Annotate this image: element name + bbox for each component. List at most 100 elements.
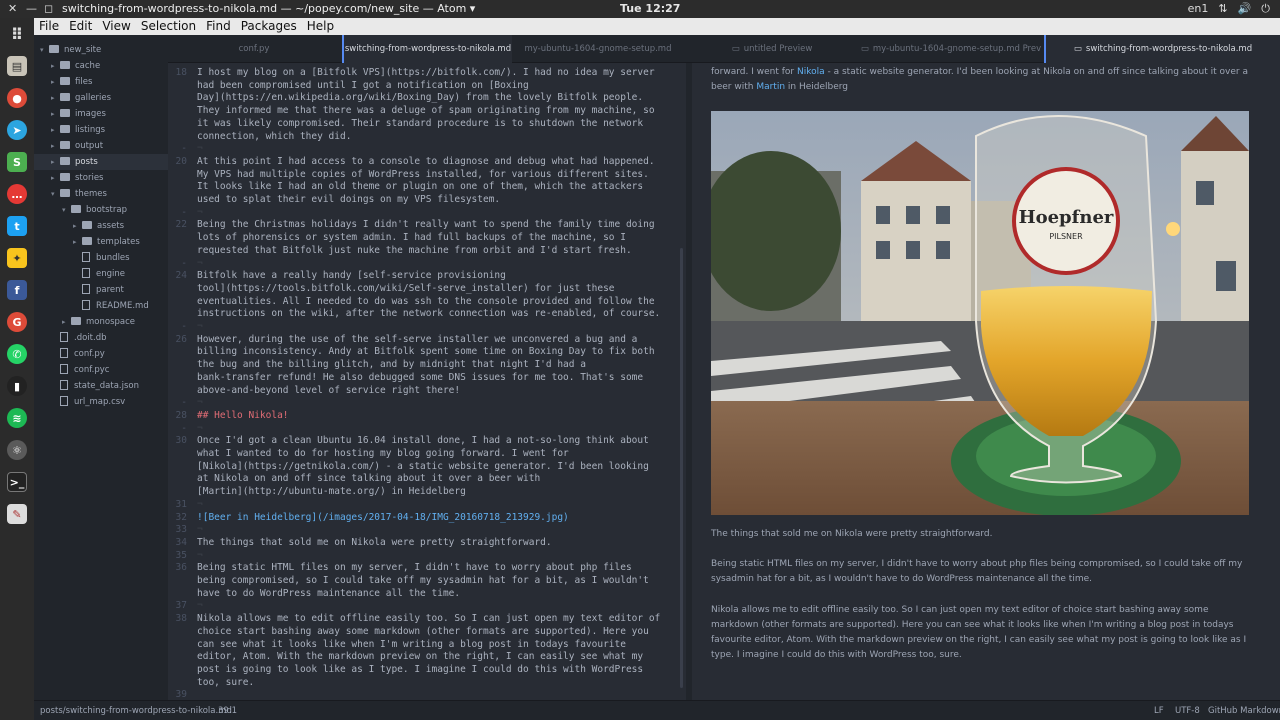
tree-file[interactable]: conf.pyc bbox=[34, 362, 168, 378]
tree-file[interactable]: .doit.db bbox=[34, 330, 168, 346]
tree-item-label: posts bbox=[75, 157, 98, 167]
chevron-right-icon[interactable]: ▸ bbox=[73, 234, 82, 250]
martin-link[interactable]: Martin bbox=[756, 82, 785, 92]
text-editor-icon[interactable]: ✎ bbox=[7, 504, 27, 524]
tree-folder[interactable]: ▸ files bbox=[34, 74, 168, 90]
slack-icon[interactable]: S bbox=[7, 152, 27, 172]
twitter-icon[interactable]: t bbox=[7, 216, 27, 236]
nikola-link[interactable]: Nikola bbox=[797, 67, 825, 77]
markdown-preview[interactable]: forward. I went for Nikola - a static we… bbox=[692, 63, 1280, 700]
tree-item-label: monospace bbox=[86, 317, 136, 327]
tree-item-label: themes bbox=[75, 189, 107, 199]
menu-file[interactable]: File bbox=[34, 18, 64, 35]
chevron-down-icon[interactable]: ▾ bbox=[62, 202, 71, 218]
tree-folder[interactable]: ▸ galleries bbox=[34, 90, 168, 106]
line-number: 36 bbox=[175, 562, 187, 574]
tree-folder[interactable]: ▸ posts bbox=[34, 154, 168, 170]
tree-file[interactable]: conf.py bbox=[34, 346, 168, 362]
chevron-right-icon[interactable]: ▸ bbox=[51, 154, 60, 170]
editor-tab[interactable]: my-ubuntu-1604-gnome-setup.md bbox=[512, 35, 684, 63]
code-line: eventualities. All I needed to do was ss… bbox=[197, 295, 655, 307]
tree-folder[interactable]: ▸ assets bbox=[34, 218, 168, 234]
tree-file[interactable]: engine bbox=[34, 266, 168, 282]
files-app-icon[interactable]: ▤ bbox=[7, 56, 27, 76]
dash-grid-icon[interactable]: ⠿ bbox=[7, 24, 27, 44]
tray-item[interactable]: en1 bbox=[1188, 2, 1209, 16]
code-line: ¬ bbox=[197, 143, 203, 155]
tree-file[interactable]: url_map.csv bbox=[34, 394, 168, 410]
chevron-down-icon[interactable]: ▾ bbox=[40, 42, 49, 58]
tree-file[interactable]: parent bbox=[34, 282, 168, 298]
menu-find[interactable]: Find bbox=[201, 18, 236, 35]
chevron-down-icon[interactable]: ▾ bbox=[51, 186, 60, 202]
tree-folder[interactable]: ▾ themes bbox=[34, 186, 168, 202]
tray-item[interactable]: ⇅ bbox=[1218, 2, 1227, 16]
code-line: Being the Christmas holidays I didn't re… bbox=[197, 219, 655, 231]
tree-folder[interactable]: ▸ listings bbox=[34, 122, 168, 138]
menu-help[interactable]: Help bbox=[302, 18, 339, 35]
code-line: at Nikola on and off since talking about… bbox=[197, 473, 541, 485]
chat-app-icon[interactable]: … bbox=[7, 184, 27, 204]
tree-folder[interactable]: ▸ monospace bbox=[34, 314, 168, 330]
chevron-right-icon[interactable]: ▸ bbox=[51, 58, 60, 74]
file-icon bbox=[82, 268, 90, 278]
status-encoding[interactable]: UTF-8 bbox=[1175, 706, 1200, 716]
chevron-right-icon[interactable]: ▸ bbox=[51, 74, 60, 90]
editor-tab[interactable]: conf.py bbox=[168, 35, 340, 63]
tree-folder[interactable]: ▸ images bbox=[34, 106, 168, 122]
editor-tab[interactable]: ▭ switching-from-wordpress-to-nikola.md bbox=[1044, 35, 1280, 63]
google-plus-icon[interactable]: G bbox=[7, 312, 27, 332]
editor-tab[interactable]: ▭ untitled Preview bbox=[686, 35, 858, 63]
tree-folder[interactable]: ▸ output bbox=[34, 138, 168, 154]
tree-item-label: templates bbox=[97, 237, 140, 247]
editor-scrollbar[interactable] bbox=[680, 248, 683, 688]
facebook-icon[interactable]: f bbox=[7, 280, 27, 300]
code-line: used to splat their evil doings on my VP… bbox=[197, 194, 501, 205]
tree-folder[interactable]: ▸ stories bbox=[34, 170, 168, 186]
tree-file[interactable]: bundles bbox=[34, 250, 168, 266]
atom-icon[interactable]: ⚛ bbox=[7, 440, 27, 460]
chevron-right-icon[interactable]: ▸ bbox=[51, 138, 60, 154]
menu-view[interactable]: View bbox=[97, 18, 135, 35]
chevron-right-icon[interactable]: ▸ bbox=[51, 90, 60, 106]
clock[interactable]: Tue 12:27 bbox=[620, 2, 680, 15]
status-line-ending[interactable]: LF bbox=[1154, 706, 1164, 716]
chevron-right-icon[interactable]: ▸ bbox=[73, 218, 82, 234]
tree-folder[interactable]: ▾ new_site bbox=[34, 42, 168, 58]
menu-packages[interactable]: Packages bbox=[236, 18, 302, 35]
spotify-icon[interactable]: ≋ bbox=[7, 408, 27, 428]
menu-selection[interactable]: Selection bbox=[136, 18, 201, 35]
telegram-icon[interactable]: ➤ bbox=[7, 120, 27, 140]
folder-icon bbox=[82, 221, 92, 229]
tree-folder[interactable]: ▸ templates bbox=[34, 234, 168, 250]
podcast-app-icon[interactable]: ▮ bbox=[7, 376, 27, 396]
tray-item[interactable]: 🔊 bbox=[1238, 2, 1252, 16]
tree-folder[interactable]: ▾ bootstrap bbox=[34, 202, 168, 218]
chevron-right-icon[interactable]: ▸ bbox=[62, 314, 71, 330]
tree-file[interactable]: README.md bbox=[34, 298, 168, 314]
markdown-editor[interactable]: 18-20-22-24-26-28-30 31 32 33 34 35 36 37 38 39 I… bbox=[168, 63, 686, 700]
close-window-icon[interactable]: ✕ bbox=[8, 2, 17, 15]
chrome-icon[interactable]: ● bbox=[7, 88, 27, 108]
chevron-right-icon[interactable]: ▸ bbox=[51, 106, 60, 122]
status-file-path[interactable]: posts/switching-from-wordpress-to-nikola… bbox=[40, 706, 232, 716]
status-cursor-position[interactable]: 39:1 bbox=[218, 706, 237, 716]
folder-icon bbox=[60, 157, 70, 165]
tray-item[interactable]: ⏻ bbox=[1261, 2, 1270, 16]
maximize-window-icon[interactable]: ◻ bbox=[44, 2, 53, 15]
editor-tab[interactable]: ▭ my-ubuntu-1604-gnome-setup.md Prev bbox=[858, 35, 1044, 63]
terminal-icon[interactable]: >_ bbox=[7, 472, 27, 492]
editor-tab[interactable]: switching-from-wordpress-to-nikola.md bbox=[342, 35, 512, 63]
line-number: 35 bbox=[175, 549, 187, 561]
lightbulb-icon[interactable]: ✦ bbox=[7, 248, 27, 268]
window-title[interactable]: switching-from-wordpress-to-nikola.md — … bbox=[62, 2, 475, 15]
tree-folder[interactable]: ▸ cache bbox=[34, 58, 168, 74]
coaster-sub-text: PILSNER bbox=[1049, 232, 1083, 241]
menu-edit[interactable]: Edit bbox=[64, 18, 97, 35]
status-grammar[interactable]: GitHub Markdown bbox=[1208, 706, 1280, 716]
whatsapp-icon[interactable]: ✆ bbox=[7, 344, 27, 364]
chevron-right-icon[interactable]: ▸ bbox=[51, 122, 60, 138]
minimize-window-icon[interactable]: — bbox=[26, 2, 37, 15]
chevron-right-icon[interactable]: ▸ bbox=[51, 170, 60, 186]
tree-file[interactable]: state_data.json bbox=[34, 378, 168, 394]
